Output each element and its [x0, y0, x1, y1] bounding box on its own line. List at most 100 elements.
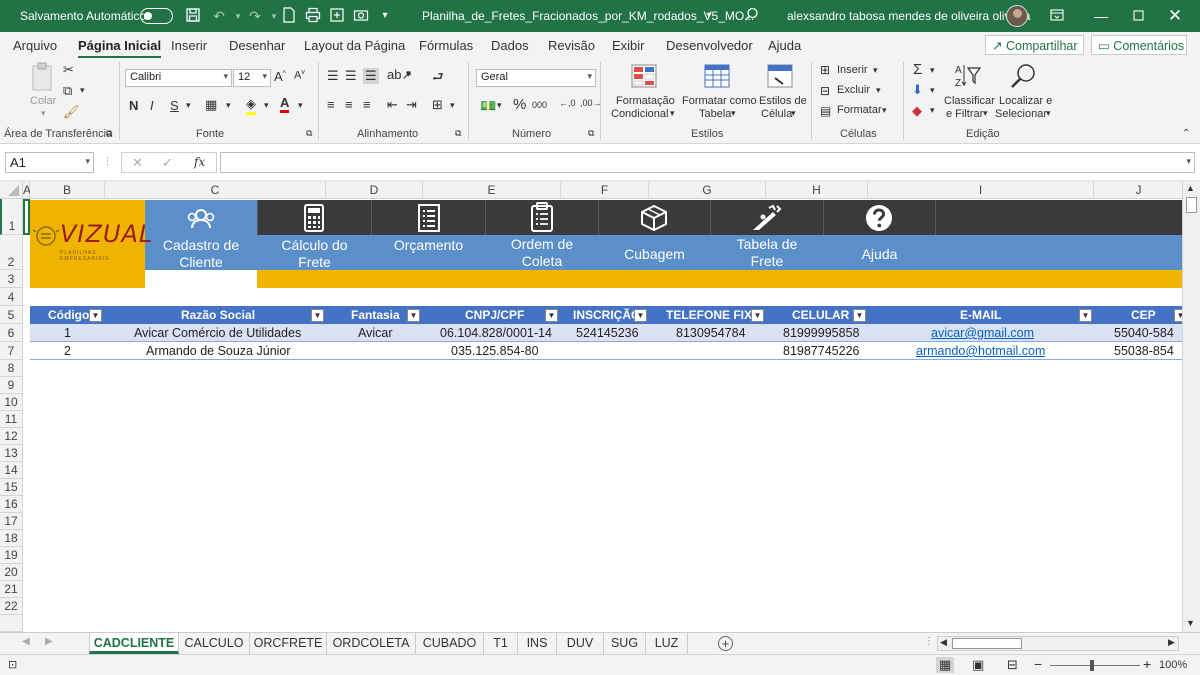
paste-label[interactable]: Colar — [30, 95, 56, 107]
print-icon[interactable] — [304, 7, 322, 25]
currency-dropdown-icon[interactable]: ▾ — [497, 100, 502, 111]
format-cells-icon[interactable]: ▤ — [820, 104, 831, 118]
autosave-toggle[interactable] — [140, 8, 173, 24]
undo-icon[interactable]: ↶ — [210, 7, 228, 25]
increase-indent-icon[interactable]: ⇥ — [406, 97, 417, 113]
select-all-corner[interactable] — [0, 182, 23, 199]
add-sheet-button[interactable]: + — [718, 636, 733, 651]
maximize-icon[interactable] — [1129, 7, 1147, 25]
row-header-23[interactable] — [0, 615, 23, 632]
row-header-9[interactable]: 9 — [0, 377, 23, 394]
underline-dropdown-icon[interactable]: ▾ — [186, 100, 191, 111]
cell-razao-social[interactable]: Avicar Comércio de Utilidades — [134, 326, 301, 340]
format-dropdown-icon[interactable]: ▾ — [882, 105, 887, 116]
tab-formulas[interactable]: Fórmulas — [419, 38, 473, 53]
sheet-tab-ordcoleta[interactable]: ORDCOLETA — [327, 633, 416, 654]
sort-filter-icon[interactable]: AZ — [954, 62, 982, 90]
conditional-formatting-icon[interactable] — [631, 64, 657, 88]
row-header-22[interactable]: 22 — [0, 598, 23, 615]
sort-filter-dropdown-icon[interactable]: ▾ — [983, 108, 988, 119]
copy-icon[interactable]: ⧉ — [63, 83, 72, 99]
normal-view-icon[interactable]: ▦ — [936, 657, 955, 673]
increase-font-icon[interactable]: A^ — [274, 69, 286, 84]
thousands-icon[interactable]: 000 — [532, 100, 547, 110]
sort-filter-label2[interactable]: e Filtrar — [946, 108, 983, 120]
sheet-tab-luz[interactable]: LUZ — [646, 633, 688, 654]
number-launcher-icon[interactable]: ⧉ — [588, 128, 594, 139]
find-select-label2[interactable]: Selecionar — [995, 108, 1047, 120]
clipboard-launcher-icon[interactable]: ⧉ — [106, 128, 112, 139]
underline-button[interactable]: S — [170, 98, 179, 113]
ribbon-display-icon[interactable] — [1048, 7, 1066, 25]
insert-dropdown-icon[interactable]: ▾ — [873, 65, 878, 76]
camera-icon[interactable] — [352, 7, 370, 25]
font-color-icon[interactable]: A — [280, 95, 290, 113]
redo-icon[interactable]: ↷ — [246, 7, 264, 25]
filter-dropdown-icon[interactable]: ▼ — [853, 309, 866, 322]
borders-dropdown-icon[interactable]: ▾ — [226, 100, 231, 111]
filter-dropdown-icon[interactable]: ▼ — [634, 309, 647, 322]
delete-cells-icon[interactable]: ⊟ — [820, 84, 830, 98]
delete-cells-button[interactable]: Excluir — [837, 84, 870, 96]
scroll-up-icon[interactable]: ▲ — [1186, 183, 1195, 193]
cell-cep[interactable]: 55038-854 — [1114, 344, 1174, 358]
comments-button[interactable]: ▭ Comentários — [1091, 35, 1187, 55]
cell-codigo[interactable]: 1 — [64, 326, 71, 340]
cell-cnpj-cpf[interactable]: 06.104.828/0001-14 — [440, 326, 552, 340]
sheet-tab-calculo[interactable]: CALCULO — [179, 633, 250, 654]
align-bottom-icon[interactable]: ☰ — [363, 68, 379, 84]
row-header-3[interactable]: 3 — [0, 270, 23, 288]
zoom-level[interactable]: 100% — [1159, 659, 1187, 671]
find-select-label1[interactable]: Localizar e — [999, 95, 1052, 107]
zoom-out-icon[interactable]: − — [1034, 656, 1042, 672]
tab-desenhar[interactable]: Desenhar — [229, 38, 285, 53]
wrap-text-icon[interactable]: ⮐ — [432, 68, 444, 90]
sheet-tab-duv[interactable]: DUV — [557, 633, 604, 654]
font-size-select[interactable]: 12 ▾ — [233, 69, 271, 87]
cell-inscricao[interactable]: 524145236 — [576, 326, 639, 340]
cell-styles-icon[interactable] — [767, 64, 793, 88]
alignment-launcher-icon[interactable]: ⧉ — [455, 128, 461, 139]
row-header-12[interactable]: 12 — [0, 428, 23, 445]
undo-dropdown-icon[interactable]: ▾ — [229, 7, 247, 25]
font-launcher-icon[interactable]: ⧉ — [306, 128, 312, 139]
format-cells-button[interactable]: Formatar — [837, 104, 882, 116]
column-header-g[interactable]: G — [649, 182, 766, 199]
column-header-d[interactable]: D — [326, 182, 423, 199]
filter-dropdown-icon[interactable]: ▼ — [545, 309, 558, 322]
tab-scroll-right-icon[interactable]: ▶ — [45, 636, 53, 647]
cell-celular[interactable]: 81999995858 — [783, 326, 859, 340]
nav-ordem-coleta[interactable]: Ordem de Coleta — [486, 200, 598, 270]
format-as-table-dropdown-icon[interactable]: ▾ — [731, 108, 736, 119]
filter-dropdown-icon[interactable]: ▼ — [311, 309, 324, 322]
row-header-17[interactable]: 17 — [0, 513, 23, 530]
conditional-formatting-label2[interactable]: Condicional — [611, 108, 668, 120]
row-header-2[interactable]: 2 — [0, 235, 23, 270]
italic-button[interactable]: I — [150, 98, 154, 113]
autosum-icon[interactable]: Σ — [913, 61, 922, 78]
enter-icon[interactable]: ✓ — [162, 155, 173, 171]
tab-split-handle-icon[interactable]: ⋮ — [924, 636, 934, 647]
column-header-i[interactable]: I — [868, 182, 1094, 199]
cell-celular[interactable]: 81987745226 — [783, 344, 859, 358]
column-header-j[interactable]: J — [1094, 182, 1182, 199]
nav-tabela-frete[interactable]: Tabela de Frete — [711, 200, 823, 270]
font-family-select[interactable]: Calibri ▾ — [125, 69, 232, 87]
format-as-table-label2[interactable]: Tabela — [699, 108, 731, 120]
decrease-decimal-icon[interactable]: ,00→ — [580, 98, 602, 108]
tab-ajuda[interactable]: Ajuda — [768, 38, 801, 53]
tab-pagina-inicial[interactable]: Página Inicial — [78, 38, 162, 59]
scroll-left-icon[interactable]: ◀ — [940, 637, 947, 648]
insert-cells-icon[interactable]: ⊞ — [820, 63, 830, 77]
clear-icon[interactable]: ◆ — [912, 103, 922, 119]
nav-ajuda[interactable]: Ajuda — [824, 200, 935, 270]
zoom-in-icon[interactable]: + — [1143, 656, 1151, 672]
decrease-font-icon[interactable]: Av — [294, 69, 305, 82]
name-box[interactable]: A1 ▾ — [5, 152, 94, 173]
filter-dropdown-icon[interactable]: ▼ — [1079, 309, 1092, 322]
nav-calculo-frete[interactable]: Cálculo do Frete — [258, 200, 371, 270]
format-painter-icon[interactable]: 🖌 — [63, 104, 80, 120]
clear-dropdown-icon[interactable]: ▾ — [930, 105, 935, 116]
row-header-10[interactable]: 10 — [0, 394, 23, 411]
bold-button[interactable]: N — [129, 98, 138, 113]
